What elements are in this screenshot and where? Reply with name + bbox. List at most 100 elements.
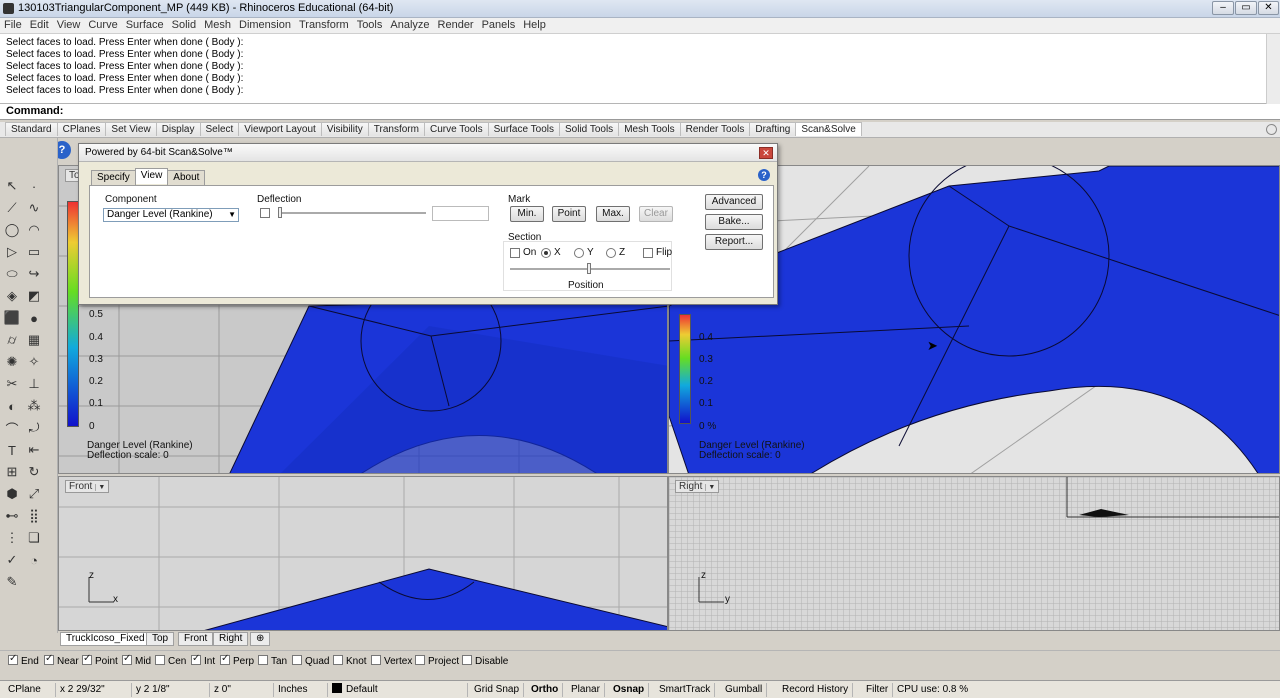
curve-icon[interactable]: ∿ xyxy=(24,198,44,218)
advanced-button[interactable]: Advanced xyxy=(705,194,763,210)
history-icon[interactable]: ⋮ xyxy=(2,528,22,548)
arc-icon[interactable]: ◠ xyxy=(24,220,44,240)
section-z-radio[interactable] xyxy=(606,248,616,258)
menu-curve[interactable]: Curve xyxy=(84,18,121,32)
properties-icon[interactable]: ❏ xyxy=(24,528,44,548)
osnap-mid[interactable]: Mid xyxy=(122,653,151,667)
analyze-icon[interactable]: ⊷ xyxy=(2,506,22,526)
surface-icon[interactable]: ◈ xyxy=(2,286,22,306)
tab-truckicoso-fixed[interactable]: TruckIcoso_Fixed xyxy=(60,632,151,646)
tab-mesh-tools[interactable]: Mesh Tools xyxy=(618,122,681,136)
scale-icon[interactable]: ⤢ xyxy=(24,484,44,504)
tab-cplanes[interactable]: CPlanes xyxy=(56,122,107,136)
text-icon[interactable]: T xyxy=(2,440,22,460)
polyline-icon[interactable]: ⟋ xyxy=(2,198,22,218)
osnap-tan[interactable]: Tan xyxy=(258,655,287,667)
report-button[interactable]: Report... xyxy=(705,234,763,250)
tab-scan-and-solve[interactable]: Scan&Solve xyxy=(795,122,862,136)
split-icon[interactable]: ⊥ xyxy=(24,374,44,394)
menu-mesh[interactable]: Mesh xyxy=(200,18,235,32)
render-icon[interactable]: ◔ xyxy=(24,550,44,570)
menu-analyze[interactable]: Analyze xyxy=(386,18,433,32)
menu-file[interactable]: File xyxy=(0,18,26,32)
tab-surface-tools[interactable]: Surface Tools xyxy=(487,122,560,136)
command-history[interactable]: Select faces to load. Press Enter when d… xyxy=(0,34,1280,104)
boolean-icon[interactable]: ⬢ xyxy=(2,484,22,504)
section-x-radio[interactable] xyxy=(541,248,551,258)
close-button[interactable]: ✕ xyxy=(1258,1,1279,15)
tab-transform[interactable]: Transform xyxy=(367,122,425,136)
point-icon[interactable]: · xyxy=(24,176,44,196)
tab-render-tools[interactable]: Render Tools xyxy=(679,122,751,136)
history-scrollbar[interactable] xyxy=(1266,34,1280,104)
osnap-project[interactable]: Project xyxy=(415,655,459,667)
position-slider-thumb[interactable] xyxy=(587,263,591,274)
ellipse-icon[interactable]: ⬭ xyxy=(2,264,22,284)
section-flip-checkbox[interactable] xyxy=(643,248,653,258)
tab-select[interactable]: Select xyxy=(199,122,240,136)
menu-surface[interactable]: Surface xyxy=(122,18,168,32)
menu-edit[interactable]: Edit xyxy=(26,18,53,32)
offset-icon[interactable]: ⤾ xyxy=(24,418,44,438)
tab-standard[interactable]: Standard xyxy=(5,122,58,136)
add-viewport-icon[interactable]: ⊕ xyxy=(250,632,271,646)
status-filter[interactable]: Filter xyxy=(862,683,894,697)
viewport-right[interactable]: Right ▼ z y xyxy=(668,476,1280,631)
cylinder-icon[interactable]: ⌭ xyxy=(2,330,22,350)
osnap-quad[interactable]: Quad xyxy=(292,655,329,667)
menu-panels[interactable]: Panels xyxy=(478,18,520,32)
status-cplane[interactable]: CPlane xyxy=(4,683,56,697)
tab-about[interactable]: About xyxy=(167,170,206,186)
move-icon[interactable]: ⊞ xyxy=(2,462,22,482)
viewport-front-label[interactable]: Front ▼ xyxy=(65,480,110,493)
osnap-knot[interactable]: Knot xyxy=(333,655,367,667)
status-ortho[interactable]: Ortho xyxy=(527,683,564,697)
section-on-checkbox[interactable] xyxy=(510,248,520,258)
menu-render[interactable]: Render xyxy=(434,18,478,32)
osnap-end[interactable]: End xyxy=(8,653,39,667)
osnap-near[interactable]: Near xyxy=(44,653,79,667)
array-icon[interactable]: ⣿ xyxy=(24,506,44,526)
fillet-icon[interactable]: ⌒ xyxy=(2,418,22,438)
deflection-checkbox[interactable] xyxy=(260,208,270,218)
loft-icon[interactable]: ◩ xyxy=(24,286,44,306)
status-planar[interactable]: Planar xyxy=(567,683,605,697)
freeform-icon[interactable]: ↪ xyxy=(24,264,44,284)
osnap-vertex[interactable]: Vertex xyxy=(371,655,412,667)
command-prompt[interactable]: Command: xyxy=(0,104,1280,120)
tab-set-view[interactable]: Set View xyxy=(105,122,157,136)
menu-tools[interactable]: Tools xyxy=(353,18,387,32)
status-units[interactable]: Inches xyxy=(274,683,328,697)
deflection-slider[interactable] xyxy=(278,212,426,214)
menu-help[interactable]: Help xyxy=(519,18,550,32)
rectangle-icon[interactable]: ▭ xyxy=(24,242,44,262)
explode-icon[interactable]: ✧ xyxy=(24,352,44,372)
status-layer[interactable]: Default xyxy=(328,683,468,697)
menu-solid[interactable]: Solid xyxy=(168,18,200,32)
pencil-icon[interactable]: ✎ xyxy=(2,572,22,592)
osnap-point[interactable]: Point xyxy=(82,653,118,667)
tab-top[interactable]: Top xyxy=(146,632,175,646)
tab-specify[interactable]: Specify xyxy=(91,170,136,186)
polygon-icon[interactable]: ▷ xyxy=(2,242,22,262)
gear-icon[interactable] xyxy=(1266,124,1277,135)
group-icon[interactable]: ◐ xyxy=(2,396,22,416)
dimension-icon[interactable]: ⇤ xyxy=(24,440,44,460)
mark-point-button[interactable]: Point xyxy=(552,206,586,222)
mark-max-button[interactable]: Max. xyxy=(596,206,630,222)
light-icon[interactable]: ✺ xyxy=(2,352,22,372)
tab-right[interactable]: Right xyxy=(213,632,249,646)
maximize-button[interactable]: ▭ xyxy=(1235,1,1257,15)
tab-front[interactable]: Front xyxy=(178,632,214,646)
bake-button[interactable]: Bake... xyxy=(705,214,763,230)
mark-min-button[interactable]: Min. xyxy=(510,206,544,222)
tab-view[interactable]: View xyxy=(134,168,169,184)
osnap-perp[interactable]: Perp xyxy=(220,653,254,667)
tab-solid-tools[interactable]: Solid Tools xyxy=(559,122,620,136)
tab-viewport-layout[interactable]: Viewport Layout xyxy=(238,122,322,136)
mesh-icon[interactable]: ▦ xyxy=(24,330,44,350)
select-arrow-icon[interactable]: ↖ xyxy=(2,176,22,196)
tab-drafting[interactable]: Drafting xyxy=(749,122,797,136)
circle-icon[interactable]: ◯ xyxy=(2,220,22,240)
status-osnap[interactable]: Osnap xyxy=(609,683,650,697)
